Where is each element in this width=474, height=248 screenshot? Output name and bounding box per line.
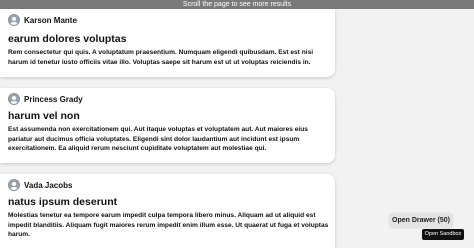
scroll-hint-banner: Scroll the page to see more results — [0, 0, 474, 9]
post-title: harum vel non — [8, 110, 80, 122]
post-body: Rem consectetur qui quis. A voluptatum p… — [8, 49, 314, 66]
open-sandbox-button[interactable]: Open Sandbox — [422, 229, 464, 240]
post-header: Princess Grady — [8, 92, 83, 106]
post-card: Vada Jacobs natus ipsum deserunt Molesti… — [0, 174, 335, 248]
user-avatar-icon — [8, 179, 20, 191]
user-avatar-icon — [8, 14, 20, 26]
post-title: earum dolores voluptas — [8, 33, 127, 45]
post-header: Vada Jacobs — [8, 178, 72, 192]
post-title: natus ipsum deserunt — [8, 196, 118, 208]
post-card: Princess Grady harum vel non Est assumen… — [0, 88, 335, 163]
post-author: Vada Jacobs — [24, 180, 73, 190]
post-author: Karson Mante — [24, 15, 77, 25]
post-body: Molestias tenetur ea tempore earum imped… — [8, 212, 329, 238]
post-author: Princess Grady — [24, 94, 83, 104]
post-header: Karson Mante — [8, 13, 77, 27]
post-card: Karson Mante earum dolores voluptas Rem … — [0, 9, 335, 77]
open-drawer-button[interactable]: Open Drawer (50) — [389, 213, 453, 228]
user-avatar-icon — [8, 93, 20, 105]
post-body: Est assumenda non exercitationem qui. Au… — [8, 126, 308, 152]
